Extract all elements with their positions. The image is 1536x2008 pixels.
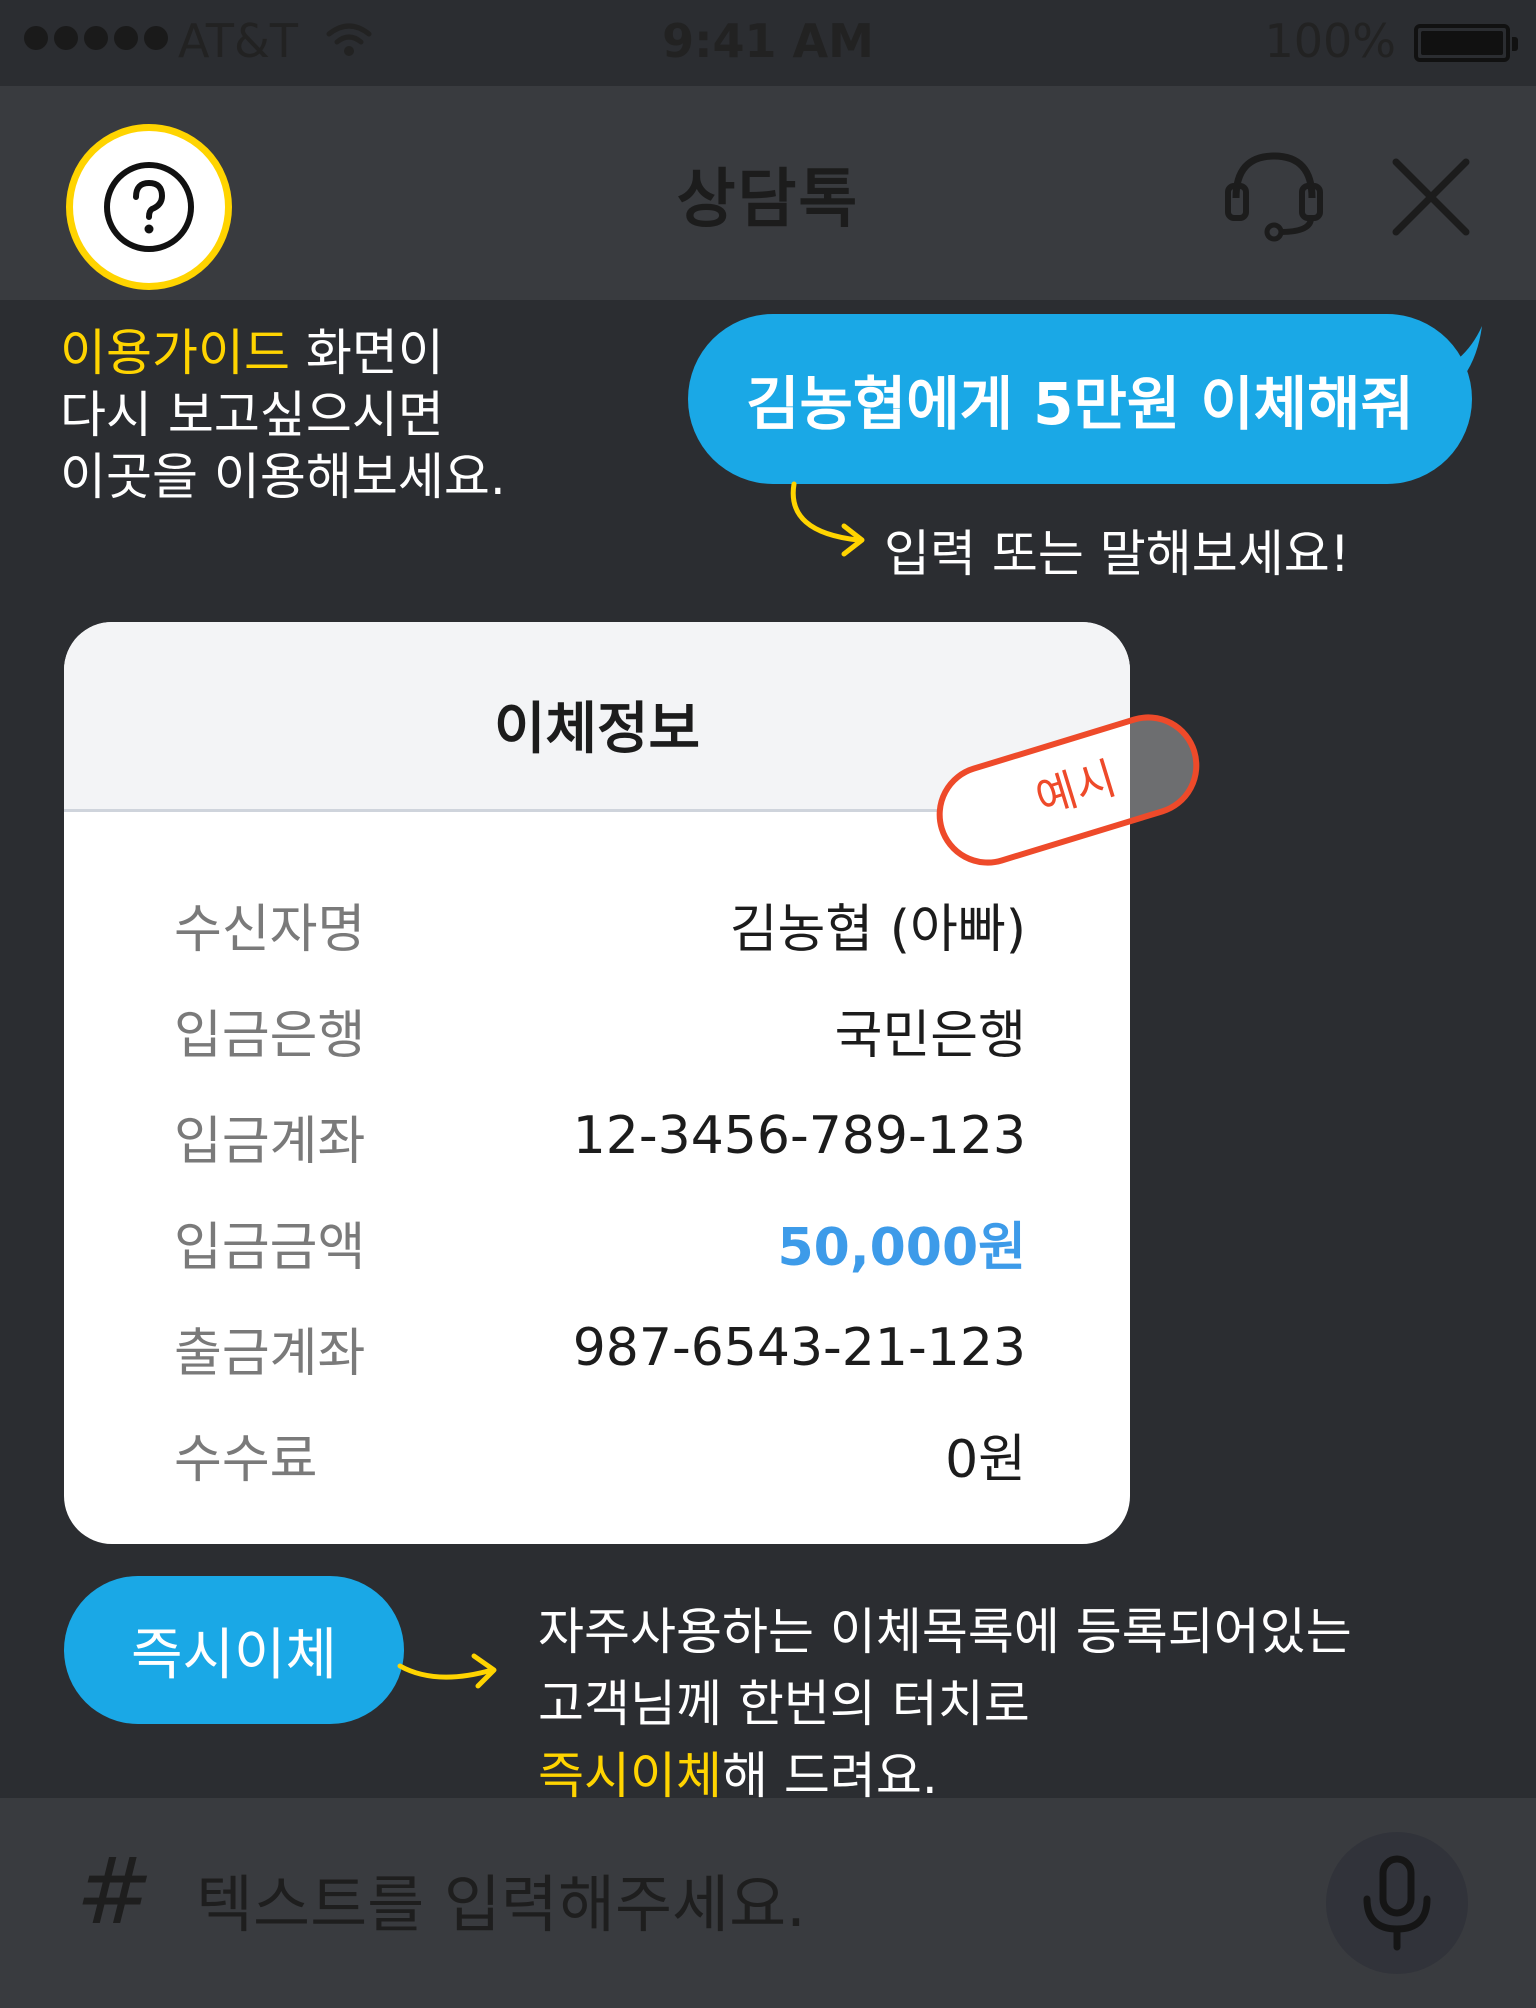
info-row-fee: 수수료 0원 bbox=[174, 1414, 1026, 1494]
instant-guide-line1: 자주사용하는 이체목록에 등록되어있는 bbox=[538, 1603, 1352, 1661]
info-label: 입금금액 bbox=[174, 1217, 366, 1278]
input-hint-text: 입력 또는 말해보세요! bbox=[884, 525, 1350, 583]
curved-arrow-icon bbox=[397, 1653, 497, 1689]
battery-icon bbox=[1414, 24, 1518, 62]
info-value: 김농협 (아빠) bbox=[729, 899, 1026, 960]
instant-guide-line3: 해 드려요. bbox=[722, 1747, 938, 1805]
info-value: 987-6543-21-123 bbox=[572, 1318, 1026, 1378]
info-value: 12-3456-789-123 bbox=[572, 1106, 1026, 1166]
curved-arrow-icon bbox=[790, 481, 865, 557]
battery-percent: 100% bbox=[1264, 14, 1396, 68]
help-guide-text: 이용가이드 화면이 다시 보고싶으시면 이곳을 이용해보세요. bbox=[60, 322, 506, 508]
hashtag-button[interactable]: # bbox=[76, 1838, 153, 1945]
instant-transfer-guide: 자주사용하는 이체목록에 등록되어있는 고객님께 한번의 터치로 즉시이체해 드… bbox=[538, 1596, 1352, 1812]
microphone-icon bbox=[1363, 1855, 1431, 1951]
info-row-amount: 입금금액 50,000원 bbox=[174, 1202, 1026, 1282]
help-guide-line2: 다시 보고싶으시면 bbox=[60, 386, 444, 444]
example-stamp: 예시 bbox=[936, 714, 1200, 866]
instant-guide-line2: 고객님께 한번의 터치로 bbox=[538, 1675, 1030, 1733]
info-row-bank: 입금은행 국민은행 bbox=[174, 990, 1026, 1070]
close-icon[interactable] bbox=[1388, 154, 1474, 240]
mic-button[interactable] bbox=[1326, 1832, 1468, 1974]
info-row-deposit-account: 입금계좌 12-3456-789-123 bbox=[174, 1096, 1026, 1176]
headset-icon[interactable] bbox=[1222, 146, 1326, 242]
info-row-recipient: 수신자명 김농협 (아빠) bbox=[174, 884, 1026, 964]
instant-guide-highlight: 즉시이체 bbox=[538, 1747, 722, 1805]
help-guide-line1: 화면이 bbox=[290, 324, 444, 382]
info-label: 입금은행 bbox=[174, 1005, 366, 1066]
status-bar: AT&T 9:41 AM 100% bbox=[0, 0, 1536, 86]
info-row-withdraw-account: 출금계좌 987-6543-21-123 bbox=[174, 1308, 1026, 1388]
help-guide-highlight: 이용가이드 bbox=[60, 324, 290, 382]
message-input[interactable] bbox=[194, 1848, 1278, 1960]
info-label: 수신자명 bbox=[174, 899, 366, 960]
info-label: 출금계좌 bbox=[174, 1323, 366, 1384]
help-guide-line3: 이곳을 이용해보세요. bbox=[60, 448, 506, 506]
example-utterance-bubble: 김농협에게 5만원 이체해줘 bbox=[688, 314, 1472, 484]
instant-transfer-button[interactable]: 즉시이체 bbox=[64, 1576, 404, 1724]
info-value-amount: 50,000원 bbox=[777, 1217, 1026, 1278]
info-label: 입금계좌 bbox=[174, 1111, 366, 1172]
bubble-tail bbox=[1424, 326, 1482, 376]
info-value: 0원 bbox=[945, 1429, 1026, 1490]
info-value: 국민은행 bbox=[834, 1005, 1026, 1066]
info-label: 수수료 bbox=[174, 1429, 318, 1490]
